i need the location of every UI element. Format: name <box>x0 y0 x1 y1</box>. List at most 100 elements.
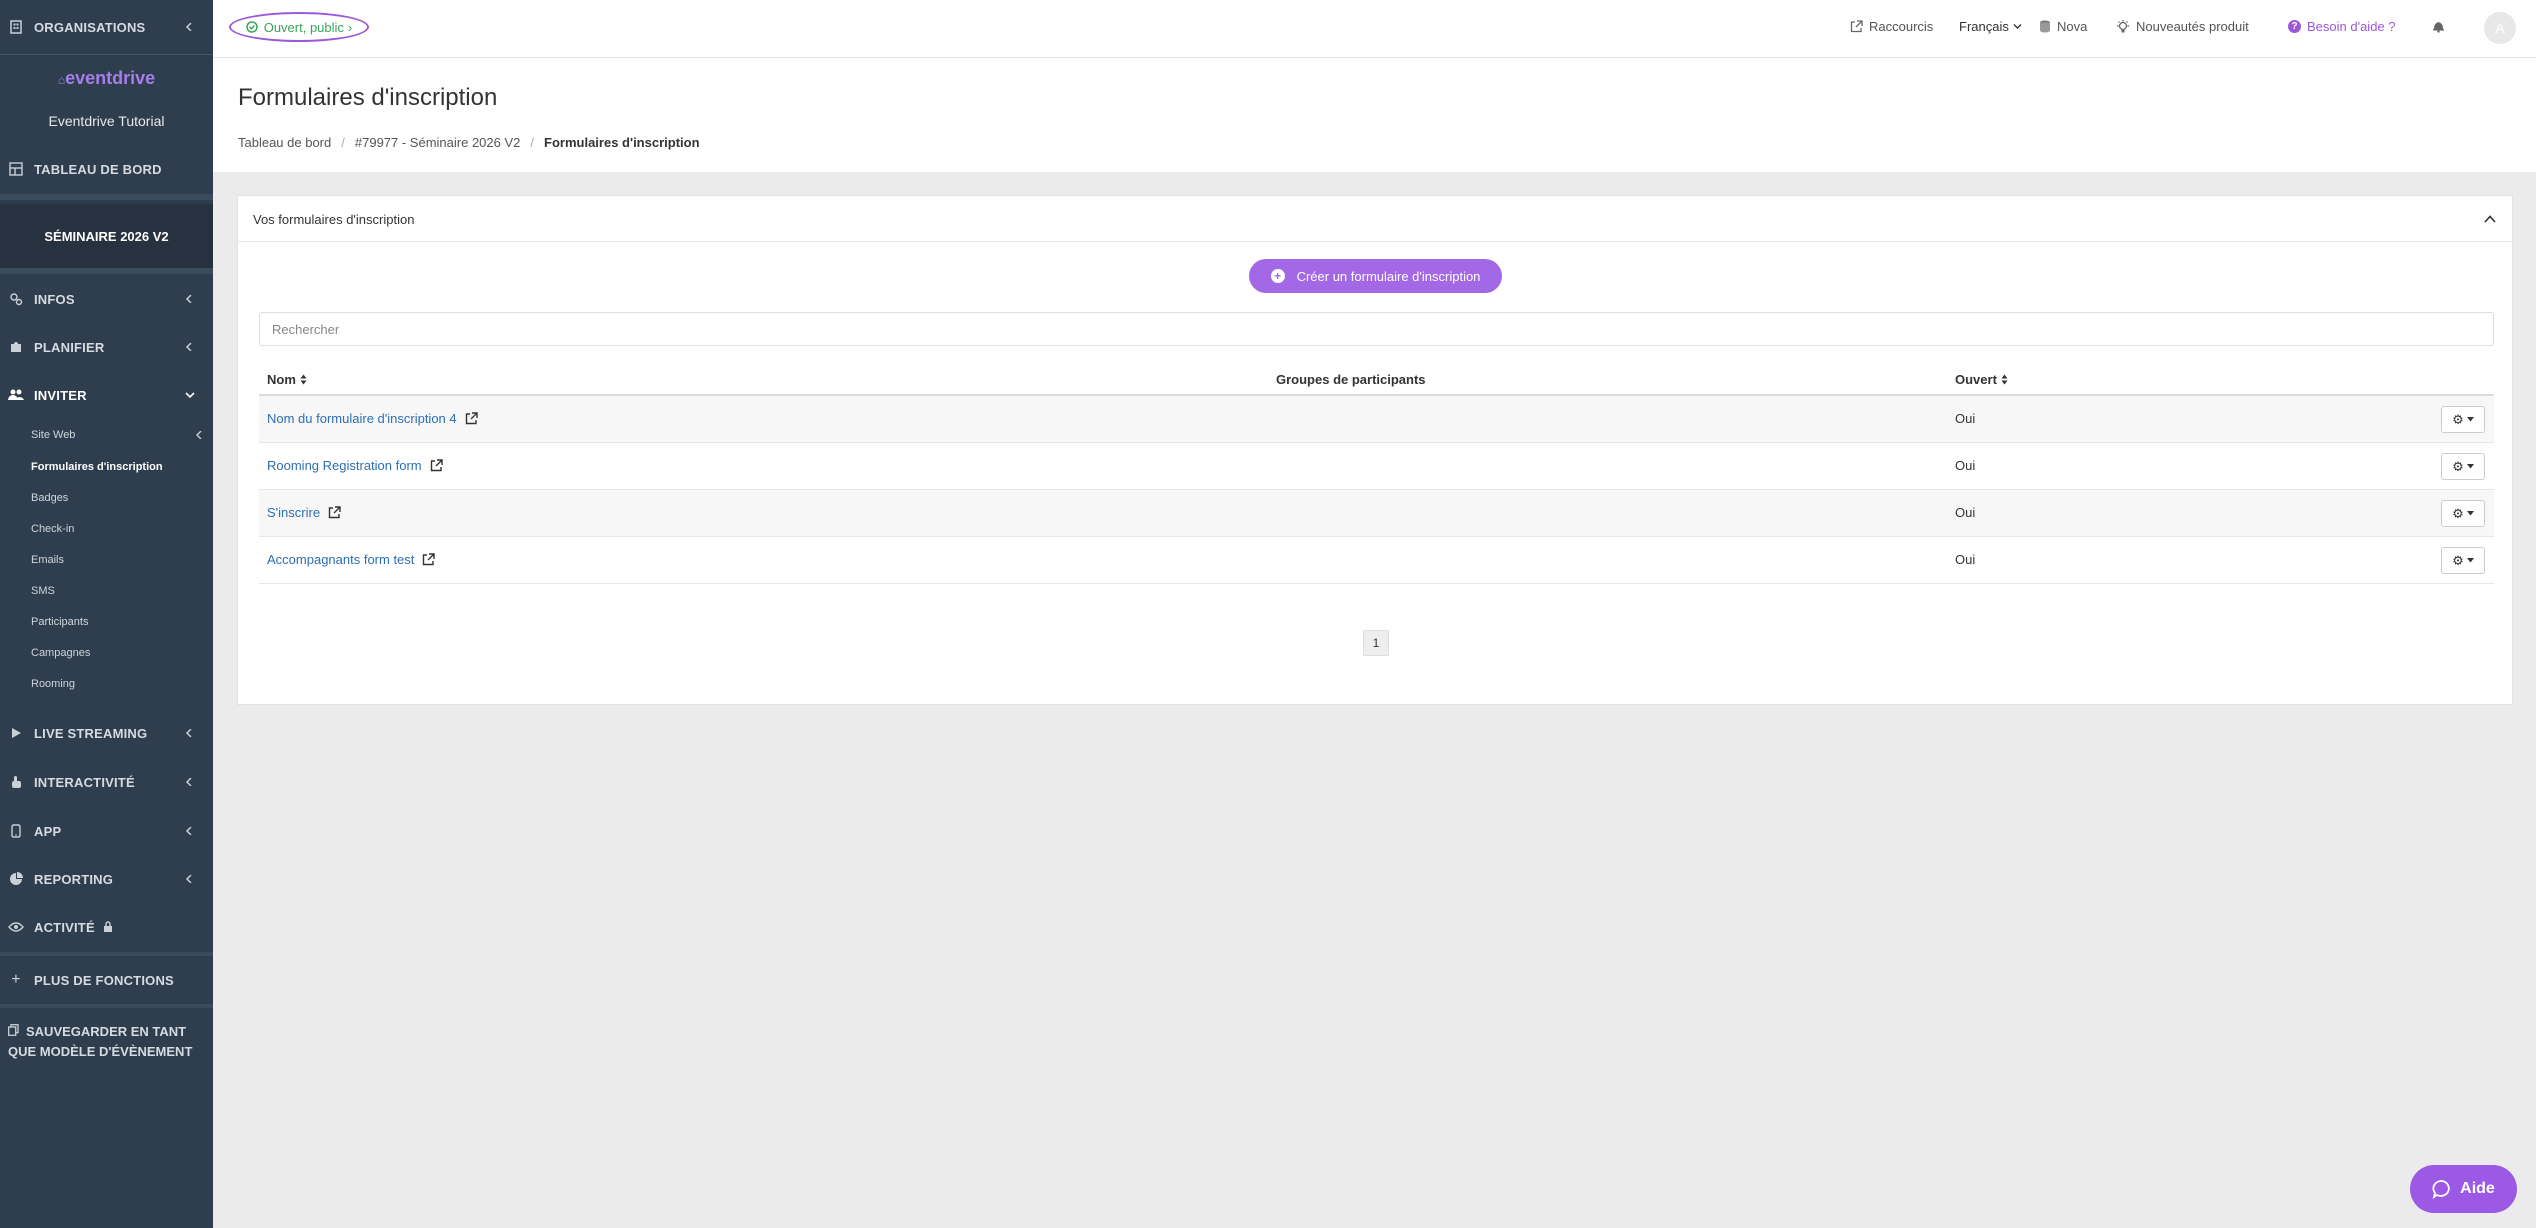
chevron-up-icon[interactable] <box>2482 211 2498 227</box>
lightbulb-icon <box>2117 19 2129 32</box>
form-name-link[interactable]: Accompagnants form test <box>267 552 436 567</box>
breadcrumb-item-current: Formulaires d'inscription <box>544 135 700 150</box>
shortcuts-link[interactable]: Raccourcis <box>1850 19 1933 34</box>
sidebar-item-label: INTERACTIVITÉ <box>34 774 135 790</box>
sidebar-item-activite[interactable]: ACTIVITÉ <box>0 916 213 938</box>
sidebar-subitem-check-in[interactable]: Check-in <box>31 523 74 535</box>
organisation-name: Eventdrive Tutorial <box>48 113 165 129</box>
form-name-link[interactable]: S'inscrire <box>267 505 341 520</box>
gear-icon: ⚙ <box>2452 458 2464 474</box>
pagination-page-1[interactable]: 1 <box>1363 630 1389 656</box>
sidebar-item-label: PLUS DE FONCTIONS <box>34 972 174 988</box>
row-actions-button[interactable]: ⚙ <box>2441 547 2485 574</box>
column-header-open[interactable]: Ouvert <box>1955 372 2008 387</box>
breadcrumb-separator: / <box>341 135 345 150</box>
help-link[interactable]: ? Besoin d'aide ? <box>2288 19 2396 34</box>
sort-icon <box>2001 374 2008 385</box>
chevron-left-icon <box>185 827 192 835</box>
table-row: Nom du formulaire d'inscription 4 Oui ⚙ <box>259 396 2494 443</box>
sidebar-item-label: INVITER <box>34 387 87 403</box>
sidebar-item-label: LIVE STREAMING <box>34 725 148 741</box>
plus-icon: + <box>11 971 21 988</box>
row-actions-button[interactable]: ⚙ <box>2441 453 2485 480</box>
bell-icon[interactable] <box>2432 19 2445 38</box>
sidebar-subitem-emails[interactable]: Emails <box>31 554 64 566</box>
external-link-icon[interactable] <box>328 506 341 519</box>
sort-icon <box>300 374 307 385</box>
copy-icon <box>8 1022 20 1042</box>
sidebar-item-organisations[interactable]: ORGANISATIONS <box>0 16 213 38</box>
sidebar-item-dashboard[interactable]: TABLEAU DE BORD <box>0 158 213 180</box>
caret-down-icon <box>2466 417 2474 422</box>
sidebar-item-app[interactable]: APP <box>0 820 213 842</box>
breadcrumb-item-dashboard[interactable]: Tableau de bord <box>238 135 331 150</box>
gear-icon: ⚙ <box>2452 552 2464 568</box>
form-name-link[interactable]: Rooming Registration form <box>267 458 443 473</box>
hand-pointer-icon <box>8 774 24 790</box>
column-header-groups: Groupes de participants <box>1276 372 1426 387</box>
chevron-down-icon <box>2013 24 2022 29</box>
sidebar-item-label: ORGANISATIONS <box>34 19 146 35</box>
chevron-left-icon <box>185 343 192 351</box>
question-circle-icon: ? <box>2288 20 2301 33</box>
plus-circle-icon: + <box>1270 269 1285 283</box>
table-header: Nom Groupes de participants Ouvert <box>259 364 2494 396</box>
nova-link[interactable]: Nova <box>2039 19 2087 34</box>
sidebar-item-planifier[interactable]: PLANIFIER <box>0 336 213 358</box>
save-as-template-button[interactable]: SAUVEGARDER EN TANT QUE MODÈLE D'ÉVÈNEME… <box>8 1022 208 1062</box>
breadcrumb-separator: / <box>530 135 535 150</box>
sidebar-subitem-badges[interactable]: Badges <box>31 492 68 504</box>
caret-down-icon <box>2466 558 2474 563</box>
page-header: Formulaires d'inscription Tableau de bor… <box>213 58 2536 172</box>
chevron-right-icon: › <box>347 19 353 35</box>
row-actions-button[interactable]: ⚙ <box>2441 500 2485 527</box>
divider <box>0 1004 213 1008</box>
external-link-icon[interactable] <box>422 553 436 566</box>
sidebar-item-inviter[interactable]: INVITER <box>0 384 213 406</box>
sidebar-item-label: PLANIFIER <box>34 339 105 355</box>
sidebar-item-plus-de-fonctions[interactable]: + PLUS DE FONCTIONS <box>0 969 213 991</box>
external-link-icon[interactable] <box>430 459 443 472</box>
sidebar-subitem-forms[interactable]: Formulaires d'inscription <box>31 461 163 473</box>
gear-icon: ⚙ <box>2452 505 2464 521</box>
language-dropdown[interactable]: Français <box>1959 19 2022 34</box>
sidebar-item-interactivite[interactable]: INTERACTIVITÉ <box>0 771 213 793</box>
sidebar-subitem-sms[interactable]: SMS <box>31 585 55 597</box>
check-circle-icon <box>245 21 258 33</box>
external-link-icon[interactable] <box>465 412 478 425</box>
sidebar-item-label: ACTIVITÉ <box>34 919 95 935</box>
event-name: SÉMINAIRE 2026 V2 <box>0 204 213 268</box>
breadcrumb-item-event[interactable]: #79977 - Séminaire 2026 V2 <box>355 135 521 150</box>
chevron-left-icon <box>185 875 192 883</box>
topbar: Ouvert, public › Raccourcis Français Nov… <box>213 0 2536 58</box>
dashboard-icon <box>8 161 24 177</box>
play-icon <box>8 725 24 741</box>
event-status-dropdown[interactable]: Ouvert, public › <box>229 12 369 42</box>
search-input[interactable] <box>259 312 2494 346</box>
sidebar-subitem-participants[interactable]: Participants <box>31 616 88 628</box>
sidebar-subitem-campagnes[interactable]: Campagnes <box>31 647 90 659</box>
eventdrive-logo[interactable]: ⌂eventdrive <box>0 68 213 89</box>
mobile-icon <box>8 823 24 839</box>
sidebar-item-reporting[interactable]: REPORTING <box>0 868 213 890</box>
caret-down-icon <box>2466 511 2474 516</box>
create-form-button[interactable]: + Créer un formulaire d'inscription <box>1249 259 1502 293</box>
column-header-name[interactable]: Nom <box>267 372 307 387</box>
open-status: Oui <box>1955 458 1976 473</box>
help-chat-button[interactable]: Aide <box>2410 1165 2517 1213</box>
product-news-link[interactable]: Nouveautés produit <box>2116 19 2249 34</box>
avatar[interactable]: A <box>2484 12 2516 44</box>
sidebar: ORGANISATIONS ⌂eventdrive Eventdrive Tut… <box>0 0 213 1228</box>
table-row: Accompagnants form test Oui ⚙ <box>259 537 2494 584</box>
chevron-left-icon <box>196 431 202 439</box>
chevron-left-icon <box>185 729 192 737</box>
sidebar-item-live-streaming[interactable]: LIVE STREAMING <box>0 722 213 744</box>
table-row: Rooming Registration form Oui ⚙ <box>259 443 2494 490</box>
row-actions-button[interactable]: ⚙ <box>2441 406 2485 433</box>
sidebar-item-infos[interactable]: INFOS <box>0 288 213 310</box>
chevron-left-icon <box>185 295 192 303</box>
pie-chart-icon <box>8 871 24 887</box>
sidebar-subitem-site-web[interactable]: Site Web <box>31 429 75 441</box>
sidebar-subitem-rooming[interactable]: Rooming <box>31 678 75 690</box>
form-name-link[interactable]: Nom du formulaire d'inscription 4 <box>267 411 478 426</box>
